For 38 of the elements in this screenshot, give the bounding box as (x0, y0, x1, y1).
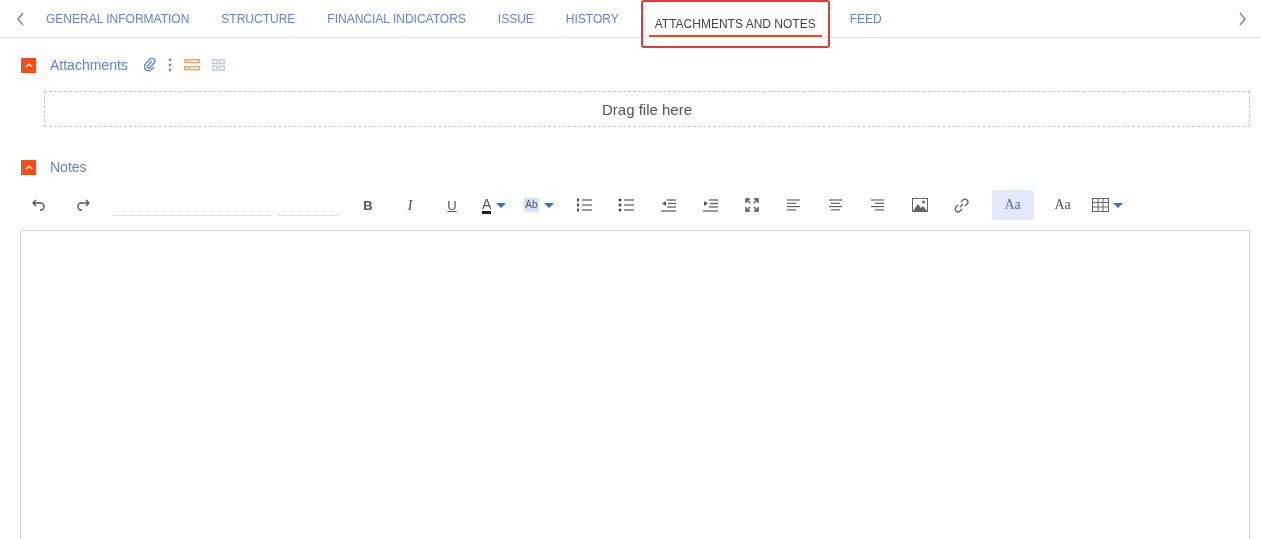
chevron-up-icon (24, 62, 33, 68)
font-color-button[interactable]: A (482, 191, 507, 219)
tab[interactable]: ATTACHMENTS AND NOTES (640, 0, 830, 48)
tab[interactable]: HISTORY (549, 0, 635, 38)
highlight-button[interactable]: Ab (524, 191, 554, 219)
tab[interactable]: FINANCIAL INDICATORS (311, 0, 482, 38)
ordered-list-icon[interactable] (575, 198, 592, 212)
italic-button[interactable]: I (398, 191, 422, 219)
chevron-up-icon (24, 164, 33, 170)
align-center-icon[interactable] (827, 199, 844, 211)
scroll-right-icon[interactable] (1237, 11, 1247, 26)
tab[interactable]: ISSUE (481, 0, 550, 38)
link-icon[interactable] (954, 197, 970, 213)
collapse-button[interactable] (21, 159, 36, 175)
section-title: Notes (50, 159, 87, 175)
bold-button[interactable]: B (356, 191, 380, 219)
paperclip-icon[interactable] (143, 58, 156, 72)
image-icon[interactable] (911, 198, 928, 212)
align-right-icon[interactable] (869, 199, 886, 211)
text-style-button[interactable]: Aa (1041, 190, 1084, 220)
indent-icon[interactable] (701, 198, 718, 212)
fullscreen-icon[interactable] (744, 198, 759, 212)
section-title: Attachments (50, 57, 128, 73)
scroll-left-icon[interactable] (16, 11, 26, 26)
more-icon[interactable] (167, 58, 172, 72)
tab[interactable]: FEED (833, 0, 898, 38)
align-left-icon[interactable] (785, 199, 802, 211)
collapse-button[interactable] (21, 57, 36, 73)
outdent-icon[interactable] (659, 198, 676, 212)
redo-icon[interactable] (74, 199, 90, 211)
undo-icon[interactable] (32, 199, 48, 211)
drop-zone[interactable]: Drag file here (44, 91, 1250, 127)
bullet-list-icon[interactable] (617, 198, 634, 212)
text-style-button[interactable]: Aa (991, 190, 1034, 220)
tab[interactable]: STRUCTURE (205, 0, 312, 38)
underline-button[interactable]: U (440, 191, 464, 219)
table-icon (1091, 198, 1109, 212)
tab[interactable]: GENERAL INFORMATION (30, 0, 206, 38)
